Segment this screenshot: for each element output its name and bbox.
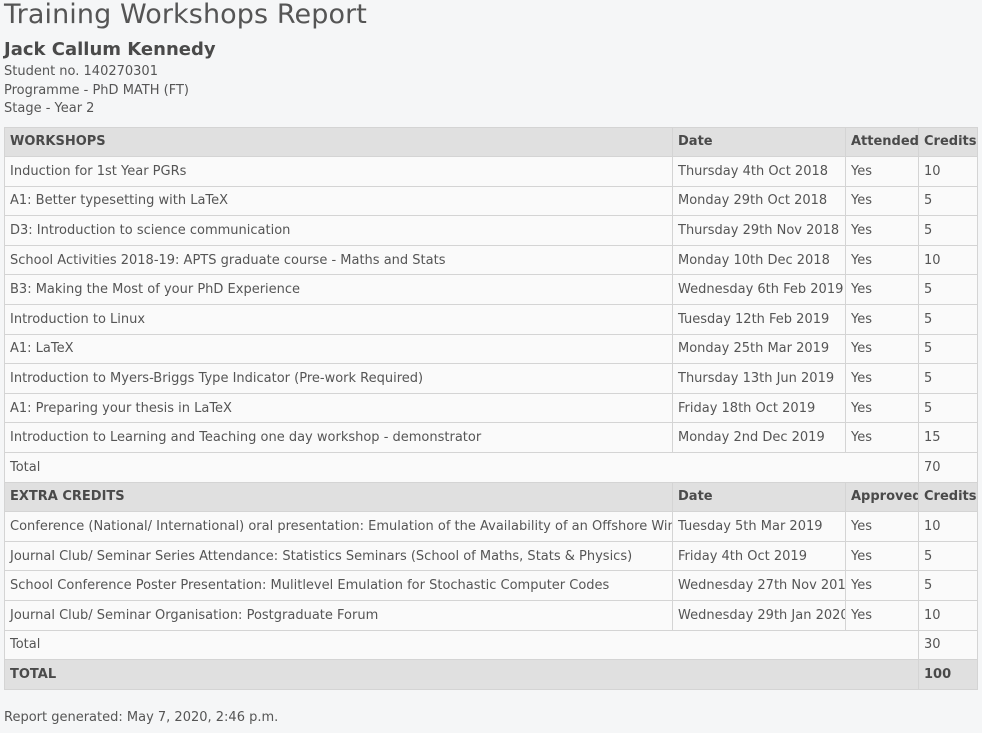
credits-column-header: Credits: [918, 481, 978, 513]
workshop-date: Thursday 4th Oct 2018: [672, 156, 846, 187]
workshops-total-label: Total: [4, 452, 919, 483]
workshop-credits: 10: [918, 244, 978, 276]
extra-credit-row: School Conference Poster Presentation: M…: [4, 570, 978, 601]
grand-total-row: TOTAL 100: [4, 659, 978, 690]
extra-credit-row: Conference (National/ International) ora…: [4, 511, 978, 542]
programme: Programme - PhD MATH (FT): [4, 82, 189, 98]
grand-total-value: 100: [918, 659, 978, 690]
page-title: Training Workshops Report: [4, 0, 367, 30]
stage: Stage - Year 2: [4, 101, 95, 116]
grand-total-label: TOTAL: [4, 659, 919, 690]
workshop-attended: Yes: [845, 363, 919, 394]
extra-credit-row: Journal Club/ Seminar Series Attendance:…: [4, 540, 978, 572]
extra-credit-approved: Yes: [845, 570, 919, 601]
workshop-attended: Yes: [845, 422, 919, 454]
student-name: Jack Callum Kennedy: [4, 39, 216, 60]
workshop-name: School Activities 2018-19: APTS graduate…: [4, 244, 673, 276]
workshop-credits: 10: [918, 156, 978, 187]
credits-column-header: Credits: [918, 126, 978, 158]
workshop-credits: 5: [918, 333, 978, 365]
workshop-date: Wednesday 6th Feb 2019: [672, 274, 846, 306]
workshop-name: B3: Making the Most of your PhD Experien…: [4, 274, 673, 306]
extra-credit-credits: 10: [918, 511, 978, 542]
workshop-name: A1: LaTeX: [4, 333, 673, 365]
workshop-row: D3: Introduction to science communicatio…: [4, 215, 978, 246]
extra-credit-approved: Yes: [845, 540, 919, 572]
workshops-total-row: Total 70: [4, 452, 978, 483]
workshop-credits: 5: [918, 363, 978, 394]
workshop-date: Monday 2nd Dec 2019: [672, 422, 846, 454]
approved-column-header: Approved: [845, 481, 919, 513]
extra-credit-row: Journal Club/ Seminar Organisation: Post…: [4, 600, 978, 631]
workshop-credits: 15: [918, 422, 978, 454]
extra-credit-credits: 5: [918, 540, 978, 572]
extra-credits-heading: EXTRA CREDITS: [4, 481, 673, 513]
workshop-attended: Yes: [845, 215, 919, 246]
date-column-header: Date: [672, 481, 846, 513]
attended-column-header: Attended: [845, 126, 919, 158]
extra-credit-name: Journal Club/ Seminar Organisation: Post…: [4, 600, 673, 631]
workshop-attended: Yes: [845, 304, 919, 335]
extra-credit-date: Tuesday 5th Mar 2019: [672, 511, 846, 542]
workshop-date: Monday 29th Oct 2018: [672, 185, 846, 217]
workshop-date: Friday 18th Oct 2019: [672, 392, 846, 424]
extra-credits-total-label: Total: [4, 629, 919, 661]
workshop-row: Induction for 1st Year PGRs Thursday 4th…: [4, 156, 978, 187]
workshop-row: A1: Better typesetting with LaTeX Monday…: [4, 185, 978, 217]
extra-credits-total-row: Total 30: [4, 629, 978, 661]
workshop-name: A1: Better typesetting with LaTeX: [4, 185, 673, 217]
extra-credit-date: Friday 4th Oct 2019: [672, 540, 846, 572]
report-generated-text: Report generated: May 7, 2020, 2:46 p.m.: [4, 709, 279, 725]
workshop-credits: 5: [918, 215, 978, 246]
workshop-attended: Yes: [845, 333, 919, 365]
workshops-total-value: 70: [918, 452, 978, 483]
workshop-date: Monday 25th Mar 2019: [672, 333, 846, 365]
extra-credits-total-value: 30: [918, 629, 978, 661]
workshop-row: School Activities 2018-19: APTS graduate…: [4, 244, 978, 276]
workshop-date: Tuesday 12th Feb 2019: [672, 304, 846, 335]
workshop-row: Introduction to Linux Tuesday 12th Feb 2…: [4, 304, 978, 335]
extra-credit-name: Conference (National/ International) ora…: [4, 511, 673, 542]
date-column-header: Date: [672, 126, 846, 158]
workshop-attended: Yes: [845, 156, 919, 187]
workshop-name: D3: Introduction to science communicatio…: [4, 215, 673, 246]
workshop-attended: Yes: [845, 274, 919, 306]
workshop-date: Thursday 29th Nov 2018: [672, 215, 846, 246]
extra-credit-date: Wednesday 27th Nov 2019: [672, 570, 846, 601]
workshop-credits: 5: [918, 274, 978, 306]
workshop-credits: 5: [918, 304, 978, 335]
extra-credit-credits: 10: [918, 600, 978, 631]
workshop-credits: 5: [918, 392, 978, 424]
workshops-header-row: WORKSHOPS Date Attended Credits: [4, 126, 978, 158]
workshop-name: A1: Preparing your thesis in LaTeX: [4, 392, 673, 424]
workshop-credits: 5: [918, 185, 978, 217]
workshop-name: Introduction to Linux: [4, 304, 673, 335]
workshop-attended: Yes: [845, 185, 919, 217]
extra-credit-name: School Conference Poster Presentation: M…: [4, 570, 673, 601]
workshop-row: Introduction to Learning and Teaching on…: [4, 422, 978, 454]
extra-credit-approved: Yes: [845, 511, 919, 542]
extra-credit-name: Journal Club/ Seminar Series Attendance:…: [4, 540, 673, 572]
workshop-row: Introduction to Myers-Briggs Type Indica…: [4, 363, 978, 394]
workshop-name: Induction for 1st Year PGRs: [4, 156, 673, 187]
report-page: Training Workshops Report Jack Callum Ke…: [0, 0, 982, 725]
extra-credit-approved: Yes: [845, 600, 919, 631]
workshop-date: Monday 10th Dec 2018: [672, 244, 846, 276]
extra-credit-credits: 5: [918, 570, 978, 601]
workshop-attended: Yes: [845, 244, 919, 276]
workshop-row: A1: Preparing your thesis in LaTeX Frida…: [4, 392, 978, 424]
extra-credit-date: Wednesday 29th Jan 2020: [672, 600, 846, 631]
workshop-attended: Yes: [845, 392, 919, 424]
workshop-name: Introduction to Myers-Briggs Type Indica…: [4, 363, 673, 394]
workshop-date: Thursday 13th Jun 2019: [672, 363, 846, 394]
workshop-name: Introduction to Learning and Teaching on…: [4, 422, 673, 454]
extra-credits-header-row: EXTRA CREDITS Date Approved Credits: [4, 481, 978, 513]
workshop-row: B3: Making the Most of your PhD Experien…: [4, 274, 978, 306]
workshops-table: WORKSHOPS Date Attended Credits Inductio…: [4, 126, 978, 690]
workshop-row: A1: LaTeX Monday 25th Mar 2019 Yes 5: [4, 333, 978, 365]
workshops-heading: WORKSHOPS: [4, 126, 673, 158]
student-number: Student no. 140270301: [4, 64, 158, 79]
